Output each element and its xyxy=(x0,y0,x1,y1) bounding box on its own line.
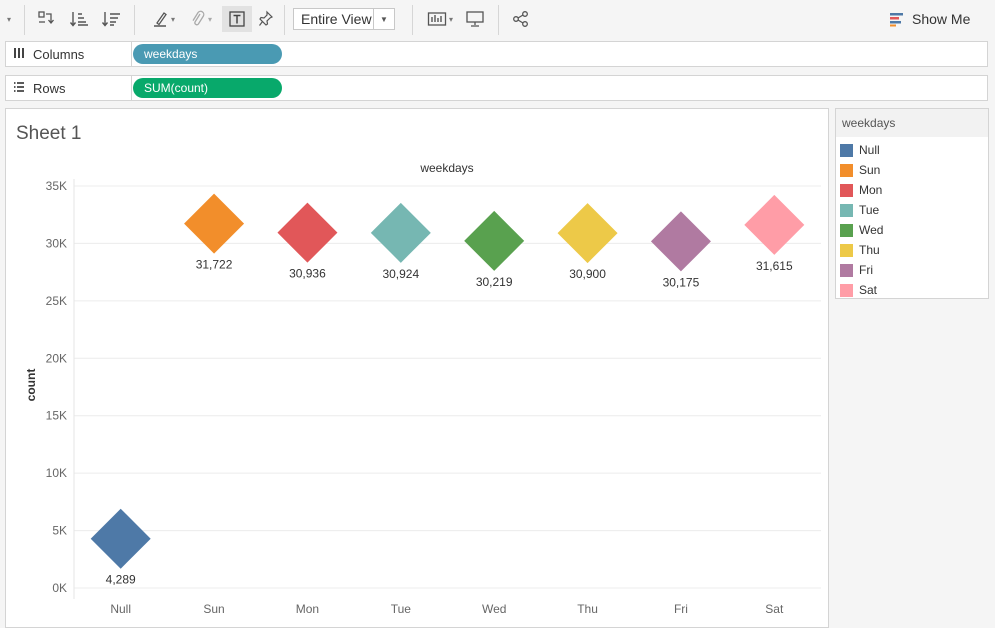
legend-swatch xyxy=(840,243,853,257)
legend-item-fri[interactable]: Fri xyxy=(840,260,873,280)
toolbar-separator xyxy=(412,5,413,35)
legend-swatch xyxy=(840,163,853,177)
legend-item-wed[interactable]: Wed xyxy=(840,220,883,240)
x-tick-label: Tue xyxy=(391,602,412,616)
legend-label: Wed xyxy=(859,223,884,237)
legend-item-thu[interactable]: Thu xyxy=(840,240,880,260)
data-label: 31,722 xyxy=(196,258,233,272)
data-label: 30,936 xyxy=(289,267,326,281)
y-tick-label: 0K xyxy=(52,581,67,595)
legend-label: Sun xyxy=(859,163,881,177)
toolbar: ▾ ▾ ▾ Entire View ▼ ▾ Show Me xyxy=(0,0,995,38)
legend-label: Sat xyxy=(859,283,878,297)
legend-swatch xyxy=(840,283,853,297)
x-tick-label: Sat xyxy=(765,602,784,616)
x-tick-label: Thu xyxy=(577,602,598,616)
y-tick-label: 15K xyxy=(46,409,67,423)
toolbar-separator xyxy=(134,5,135,35)
columns-shelf[interactable]: Columns weekdays xyxy=(5,41,988,67)
diamond-mark-mon[interactable] xyxy=(277,202,338,263)
diamond-mark-null[interactable] xyxy=(90,508,151,569)
diamond-mark-tue[interactable] xyxy=(370,202,431,263)
show-mark-labels-icon[interactable] xyxy=(222,6,252,32)
chart-column-header: weekdays xyxy=(419,161,473,175)
worksheet: Sheet 1 weekdays count 0K 5K 10K 15K 20K 25K 3… xyxy=(5,108,829,628)
columns-pill-weekdays[interactable]: weekdays xyxy=(133,44,282,64)
pin-icon[interactable] xyxy=(256,8,276,30)
legend-label: Fri xyxy=(859,263,873,277)
y-tick-label: 30K xyxy=(46,236,67,250)
y-tick-label: 35K xyxy=(46,179,67,193)
sort-descending-icon[interactable] xyxy=(100,8,122,30)
y-tick-label: 25K xyxy=(46,294,67,308)
rows-label: Rows xyxy=(33,80,66,96)
columns-label: Columns xyxy=(33,46,85,62)
chevron-down-icon: ▼ xyxy=(373,9,394,29)
diamond-mark-fri[interactable] xyxy=(650,211,711,272)
mark-labels: 4,289 31,722 30,936 30,924 30,219 30,900 30,17… xyxy=(106,258,793,587)
data-label: 4,289 xyxy=(106,573,136,587)
highlight-icon[interactable]: ▾ xyxy=(146,8,180,30)
chart-area[interactable]: weekdays count 0K 5K 10K 15K 20K 25K 30K 35K Nu… xyxy=(6,109,828,627)
rows-shelf[interactable]: Rows SUM(count) xyxy=(5,75,988,101)
legend-item-sat[interactable]: Sat xyxy=(840,280,877,300)
rows-shelf-caption: Rows xyxy=(6,76,132,100)
sort-ascending-icon[interactable] xyxy=(68,8,90,30)
columns-icon xyxy=(13,47,27,62)
y-axis-title: count xyxy=(24,369,38,402)
y-tick-label: 5K xyxy=(52,524,67,538)
legend-swatch xyxy=(840,183,853,197)
fit-dropdown[interactable]: Entire View ▼ xyxy=(293,8,395,30)
share-icon[interactable] xyxy=(510,8,532,30)
presentation-mode-icon[interactable] xyxy=(464,8,486,30)
swap-axes-icon[interactable] xyxy=(36,8,56,30)
show-me-button[interactable]: Show Me xyxy=(889,9,970,29)
diamond-mark-sat[interactable] xyxy=(744,194,805,255)
y-tick-label: 10K xyxy=(46,466,67,480)
legend-label: Tue xyxy=(859,203,880,217)
rows-pill-sum-count[interactable]: SUM(count) xyxy=(133,78,282,98)
toolbar-separator xyxy=(24,5,25,35)
diamond-mark-thu[interactable] xyxy=(557,203,618,264)
y-tick-label: 20K xyxy=(46,351,67,365)
legend-swatch xyxy=(840,263,853,277)
legend-item-tue[interactable]: Tue xyxy=(840,200,879,220)
toolbar-separator xyxy=(284,5,285,35)
x-axis-ticks: Null Sun Mon Tue Wed Thu Fri Sat xyxy=(110,602,784,616)
show-me-icon xyxy=(890,13,903,27)
data-label: 30,175 xyxy=(663,275,700,289)
x-tick-label: Wed xyxy=(482,602,506,616)
rows-icon xyxy=(13,81,27,96)
x-tick-label: Fri xyxy=(674,602,688,616)
x-tick-label: Mon xyxy=(296,602,319,616)
undo-dropdown-icon[interactable]: ▾ xyxy=(0,8,16,30)
y-axis-ticks: 0K 5K 10K 15K 20K 25K 30K 35K xyxy=(46,179,67,595)
legend-swatch xyxy=(840,223,853,237)
paperclip-icon[interactable]: ▾ xyxy=(184,8,218,30)
x-tick-label: Null xyxy=(110,602,131,616)
color-legend[interactable]: weekdays Null Sun Mon Tue Wed Thu Fri Sat xyxy=(835,108,989,299)
data-label: 30,900 xyxy=(569,267,606,281)
show-cards-icon[interactable]: ▾ xyxy=(424,8,456,30)
x-tick-label: Sun xyxy=(203,602,224,616)
data-label: 30,219 xyxy=(476,275,513,289)
diamond-mark-wed[interactable] xyxy=(464,210,525,271)
data-label: 30,924 xyxy=(382,267,419,281)
columns-shelf-caption: Columns xyxy=(6,42,132,66)
show-me-label: Show Me xyxy=(912,11,971,27)
diamond-mark-sun[interactable] xyxy=(184,193,245,254)
legend-label: Null xyxy=(859,143,880,157)
legend-item-null[interactable]: Null xyxy=(840,140,880,160)
legend-swatch xyxy=(840,203,853,217)
legend-item-sun[interactable]: Sun xyxy=(840,160,880,180)
legend-label: Mon xyxy=(859,183,883,197)
fit-dropdown-label: Entire View xyxy=(301,11,372,27)
legend-label: Thu xyxy=(859,243,880,257)
chart-marks xyxy=(90,193,805,569)
legend-item-mon[interactable]: Mon xyxy=(840,180,882,200)
legend-swatch xyxy=(840,143,853,157)
legend-title: weekdays xyxy=(836,109,988,137)
data-label: 31,615 xyxy=(756,259,793,273)
toolbar-separator xyxy=(498,5,499,35)
